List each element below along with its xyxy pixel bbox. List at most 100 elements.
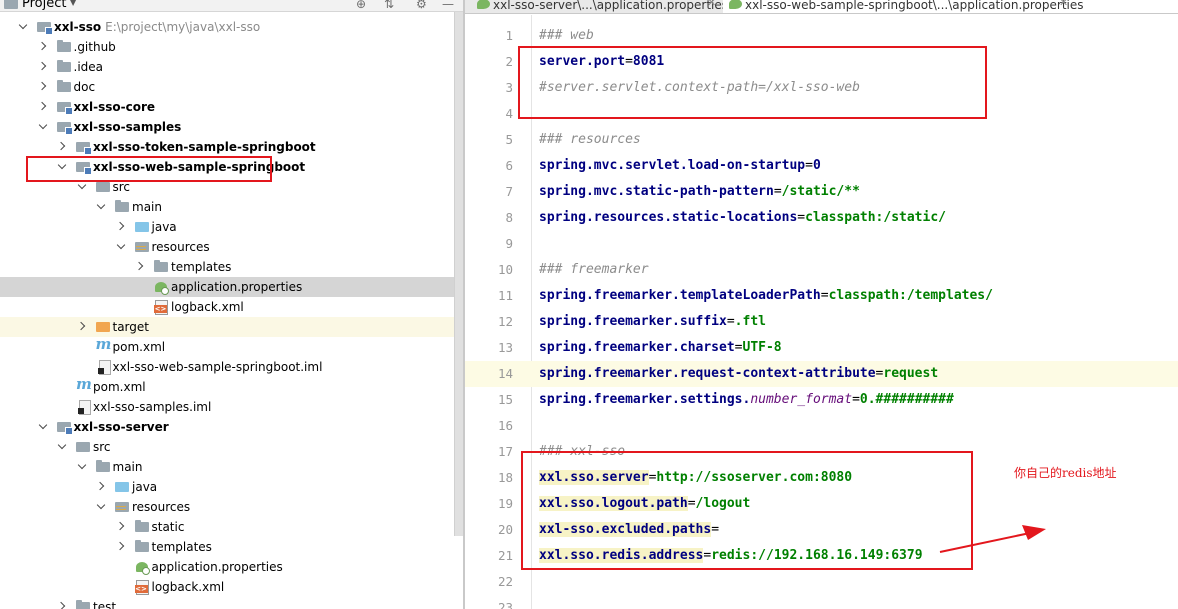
tree-item[interactable]: xxl-sso-token-sample-springboot bbox=[0, 137, 463, 157]
collapse-arrow-icon[interactable] bbox=[57, 137, 67, 157]
code-line[interactable]: 16 bbox=[465, 413, 1178, 439]
tree-item[interactable]: templates bbox=[0, 537, 463, 557]
tree-item[interactable]: src bbox=[0, 437, 463, 457]
tab-server-application-properties[interactable]: xxl-sso-server\...\application.propertie… bbox=[471, 0, 728, 13]
tree-item[interactable]: xxl-sso-samples.iml bbox=[0, 397, 463, 417]
code-line[interactable]: 22 bbox=[465, 569, 1178, 595]
collapse-arrow-icon[interactable] bbox=[38, 57, 48, 77]
tree-item[interactable]: xxl-sso-web-sample-springboot.iml bbox=[0, 357, 463, 377]
code-line[interactable]: 15 spring.freemarker.settings.number_form… bbox=[465, 387, 1178, 413]
expand-arrow-icon[interactable] bbox=[96, 497, 106, 517]
code-line[interactable]: 11 spring.freemarker.templateLoaderPath=c… bbox=[465, 283, 1178, 309]
code-line[interactable]: 6 spring.mvc.servlet.load-on-startup=0 bbox=[465, 153, 1178, 179]
code-line[interactable]: 21 xxl.sso.redis.address=redis://192.168.… bbox=[465, 543, 1178, 569]
code-text: #server.servlet.context-path=/xxl-sso-we… bbox=[539, 75, 860, 101]
tree-item[interactable]: main bbox=[0, 457, 463, 477]
expand-arrow-icon[interactable] bbox=[96, 197, 106, 217]
tree-item[interactable]: resources bbox=[0, 497, 463, 517]
code-token: xxl.sso.logout.path bbox=[539, 496, 688, 511]
tree-item[interactable]: application.properties bbox=[0, 277, 463, 297]
tree-item[interactable]: .github bbox=[0, 37, 463, 57]
code-token: spring.mvc.servlet.load-on-startup bbox=[539, 158, 806, 173]
tree-item[interactable]: test bbox=[0, 597, 463, 609]
code-token: ### web bbox=[539, 28, 594, 43]
code-line[interactable]: 7 spring.mvc.static-path-pattern=/static/… bbox=[465, 179, 1178, 205]
close-icon[interactable]: ✕ bbox=[1059, 0, 1068, 8]
tree-item[interactable]: m pom.xml bbox=[0, 376, 463, 397]
tree-item[interactable]: java bbox=[0, 217, 463, 237]
code-line[interactable]: 13 spring.freemarker.charset=UTF-8 bbox=[465, 335, 1178, 361]
collapse-arrow-icon[interactable] bbox=[116, 537, 126, 557]
tree-item[interactable]: java bbox=[0, 477, 463, 497]
code-line[interactable]: 9 bbox=[465, 231, 1178, 257]
expand-arrow-icon[interactable] bbox=[38, 417, 48, 437]
collapse-arrow-icon[interactable] bbox=[57, 597, 67, 609]
expand-arrow-icon[interactable] bbox=[77, 177, 87, 197]
project-tree-scrollbar[interactable] bbox=[454, 12, 463, 536]
collapse-arrow-icon[interactable] bbox=[38, 77, 48, 97]
tree-item-label: logback.xml bbox=[171, 300, 244, 314]
tree-item[interactable]: target bbox=[0, 317, 463, 337]
code-line[interactable]: 8 spring.resources.static-locations=class… bbox=[465, 205, 1178, 231]
folder-icon bbox=[56, 40, 72, 53]
code-line[interactable]: 14 spring.freemarker.request-context-attr… bbox=[465, 361, 1178, 387]
expand-arrow-icon[interactable] bbox=[77, 457, 87, 477]
tree-item[interactable]: static bbox=[0, 517, 463, 537]
tree-item[interactable]: main bbox=[0, 197, 463, 217]
collapse-all-icon[interactable]: ⇅ bbox=[384, 0, 394, 11]
tree-item[interactable]: doc bbox=[0, 77, 463, 97]
tree-item[interactable]: logback.xml bbox=[0, 297, 463, 317]
code-line[interactable]: 12 spring.freemarker.suffix=.ftl bbox=[465, 309, 1178, 335]
tab-web-sample-application-properties[interactable]: xxl-sso-web-sample-springboot\...\applic… bbox=[723, 0, 1178, 13]
tree-item[interactable]: xxl-sso-web-sample-springboot bbox=[0, 157, 463, 177]
code-line[interactable]: 17 ### xxl-sso bbox=[465, 439, 1178, 465]
tree-item-label: static bbox=[151, 520, 185, 534]
code-line[interactable]: 5 ### resources bbox=[465, 127, 1178, 153]
collapse-arrow-icon[interactable] bbox=[77, 317, 87, 337]
tree-item[interactable]: application.properties bbox=[0, 557, 463, 577]
tree-item[interactable]: src bbox=[0, 177, 463, 197]
locate-target-icon[interactable]: ⊕ bbox=[356, 0, 366, 11]
gear-icon[interactable]: ⚙ bbox=[416, 0, 427, 11]
code-line[interactable]: 10 ### freemarker bbox=[465, 257, 1178, 283]
tree-item[interactable]: logback.xml bbox=[0, 577, 463, 597]
project-view-title[interactable]: Project bbox=[22, 0, 66, 11]
expand-arrow-icon[interactable] bbox=[116, 237, 126, 257]
tree-item[interactable]: templates bbox=[0, 257, 463, 277]
collapse-arrow-icon[interactable] bbox=[116, 517, 126, 537]
code-line[interactable]: 2 server.port=8081 bbox=[465, 49, 1178, 75]
tree-item[interactable]: .idea bbox=[0, 57, 463, 77]
tree-item[interactable]: xxl-sso-samples bbox=[0, 117, 463, 137]
expand-arrow-icon[interactable] bbox=[57, 157, 67, 177]
expand-arrow-icon[interactable] bbox=[18, 17, 28, 37]
code-editor[interactable]: 1 ### web 2 server.port=8081 3 #server.servle… bbox=[465, 15, 1178, 609]
tree-item[interactable]: xxl-sso-server bbox=[0, 417, 463, 437]
code-line[interactable]: 20 xxl-sso.excluded.paths= bbox=[465, 517, 1178, 543]
code-token: ### xxl-sso bbox=[539, 444, 626, 459]
collapse-arrow-icon[interactable] bbox=[96, 477, 106, 497]
collapse-arrow-icon[interactable] bbox=[38, 37, 48, 57]
expand-arrow-icon[interactable] bbox=[38, 117, 48, 137]
code-text: spring.resources.static-locations=classp… bbox=[539, 205, 946, 231]
expand-arrow-icon[interactable] bbox=[57, 437, 67, 457]
chevron-down-icon[interactable]: ▼ bbox=[70, 0, 76, 7]
tree-item[interactable]: xxl-sso-core bbox=[0, 97, 463, 117]
code-line[interactable]: 3 #server.servlet.context-path=/xxl-sso-w… bbox=[465, 75, 1178, 101]
tree-item[interactable]: m pom.xml bbox=[0, 335, 463, 357]
hide-panel-icon[interactable]: — bbox=[442, 0, 454, 11]
tree-item-label: test bbox=[93, 600, 117, 609]
maven-icon: m bbox=[95, 335, 112, 353]
tree-item[interactable]: xxl-sso E:\project\my\java\xxl-sso bbox=[0, 17, 463, 37]
collapse-arrow-icon[interactable] bbox=[116, 217, 126, 237]
collapse-arrow-icon[interactable] bbox=[38, 97, 48, 117]
code-line[interactable]: 19 xxl.sso.logout.path=/logout bbox=[465, 491, 1178, 517]
code-token: xxl.sso.redis.address bbox=[539, 548, 704, 563]
resources-folder-icon bbox=[115, 500, 130, 513]
iml-file-icon bbox=[76, 400, 91, 415]
collapse-arrow-icon[interactable] bbox=[135, 257, 145, 277]
code-line[interactable]: 23 bbox=[465, 595, 1178, 609]
code-line[interactable]: 4 bbox=[465, 101, 1178, 127]
close-icon[interactable]: ✕ bbox=[707, 0, 716, 8]
code-line[interactable]: 1 ### web bbox=[465, 23, 1178, 49]
tree-item[interactable]: resources bbox=[0, 237, 463, 257]
